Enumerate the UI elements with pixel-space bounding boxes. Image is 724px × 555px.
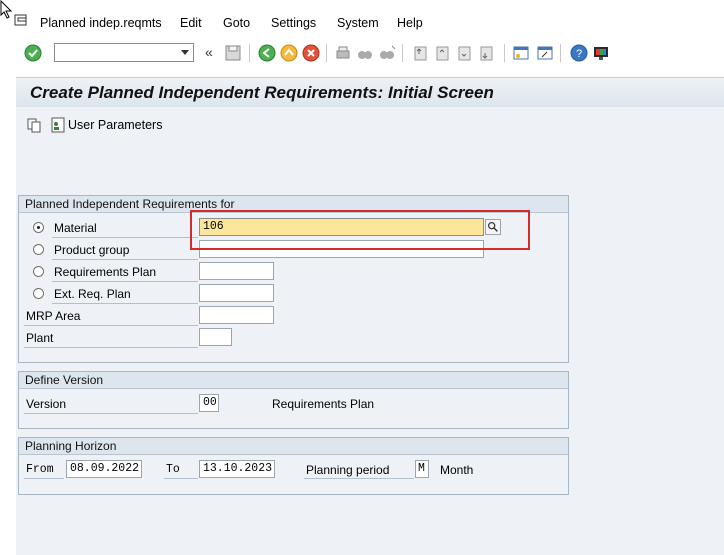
planning-period-description: Month bbox=[440, 463, 474, 477]
user-parameters-button[interactable]: User Parameters bbox=[68, 118, 162, 132]
plant-label: Plant bbox=[26, 331, 54, 345]
planning-period-input[interactable]: M bbox=[415, 460, 429, 478]
first-page-icon[interactable] bbox=[412, 44, 430, 62]
svg-text:?: ? bbox=[576, 48, 582, 60]
menu-bar: Planned indep.reqmts Edit Goto Settings … bbox=[0, 0, 724, 38]
previous-page-icon[interactable] bbox=[434, 44, 452, 62]
menu-edit[interactable]: Edit bbox=[180, 16, 202, 30]
from-label: From bbox=[26, 463, 54, 476]
exit-icon[interactable] bbox=[280, 44, 298, 62]
find-next-icon[interactable] bbox=[378, 44, 396, 62]
product-group-label: Product group bbox=[54, 243, 130, 257]
back-arrows-icon[interactable]: « bbox=[205, 44, 213, 60]
to-label: To bbox=[166, 463, 180, 476]
next-page-icon[interactable] bbox=[456, 44, 474, 62]
material-label: Material bbox=[54, 221, 97, 235]
from-date-input[interactable]: 08.09.2022 bbox=[66, 460, 142, 478]
menu-help[interactable]: Help bbox=[397, 16, 423, 30]
ext-req-plan-label: Ext. Req. Plan bbox=[54, 287, 131, 301]
cancel-icon[interactable] bbox=[302, 44, 320, 62]
create-session-icon[interactable] bbox=[512, 44, 530, 62]
requirements-plan-input[interactable] bbox=[199, 262, 274, 280]
requirements-plan-label: Requirements Plan bbox=[54, 265, 157, 279]
menu-goto[interactable]: Goto bbox=[223, 16, 250, 30]
mouse-cursor-icon bbox=[0, 0, 13, 19]
user-parameters-icon[interactable] bbox=[50, 117, 66, 133]
menu-planned-indep-reqmts[interactable]: Planned indep.reqmts bbox=[40, 16, 162, 30]
ext-req-plan-input[interactable] bbox=[199, 284, 274, 302]
save-icon[interactable] bbox=[224, 44, 242, 62]
last-page-icon[interactable] bbox=[478, 44, 496, 62]
menu-system[interactable]: System bbox=[337, 16, 379, 30]
plant-input[interactable] bbox=[199, 328, 232, 346]
print-icon[interactable] bbox=[334, 44, 352, 62]
system-menu-icon[interactable] bbox=[14, 14, 28, 26]
customize-layout-icon[interactable] bbox=[592, 44, 610, 62]
chevron-down-icon[interactable] bbox=[181, 50, 189, 55]
mrp-area-label: MRP Area bbox=[26, 309, 81, 323]
annotation-highlight-box bbox=[190, 210, 530, 250]
shortcut-icon[interactable] bbox=[536, 44, 554, 62]
mrp-area-input[interactable] bbox=[199, 306, 274, 324]
version-input[interactable]: 00 bbox=[199, 394, 219, 412]
material-radio[interactable] bbox=[33, 222, 44, 233]
group-header: Define Version bbox=[19, 372, 568, 389]
version-label: Version bbox=[26, 397, 67, 411]
command-field[interactable] bbox=[54, 43, 194, 62]
copy-document-icon[interactable] bbox=[26, 117, 42, 133]
find-icon[interactable] bbox=[356, 44, 374, 62]
help-icon[interactable]: ? bbox=[570, 44, 588, 62]
back-icon[interactable] bbox=[258, 44, 276, 62]
version-description: Requirements Plan bbox=[272, 397, 375, 411]
requirements-plan-radio[interactable] bbox=[33, 266, 44, 277]
group-header: Planning Horizon bbox=[19, 438, 568, 455]
page-title: Create Planned Independent Requirements:… bbox=[30, 83, 494, 102]
title-bar: Create Planned Independent Requirements:… bbox=[16, 77, 724, 109]
planning-period-label: Planning period bbox=[306, 463, 390, 477]
ext-req-plan-radio[interactable] bbox=[33, 288, 44, 299]
menu-settings[interactable]: Settings bbox=[271, 16, 316, 30]
enter-icon[interactable] bbox=[24, 44, 42, 62]
product-group-radio[interactable] bbox=[33, 244, 44, 255]
application-toolbar: User Parameters bbox=[16, 107, 724, 143]
to-date-input[interactable]: 13.10.2023 bbox=[199, 460, 275, 478]
